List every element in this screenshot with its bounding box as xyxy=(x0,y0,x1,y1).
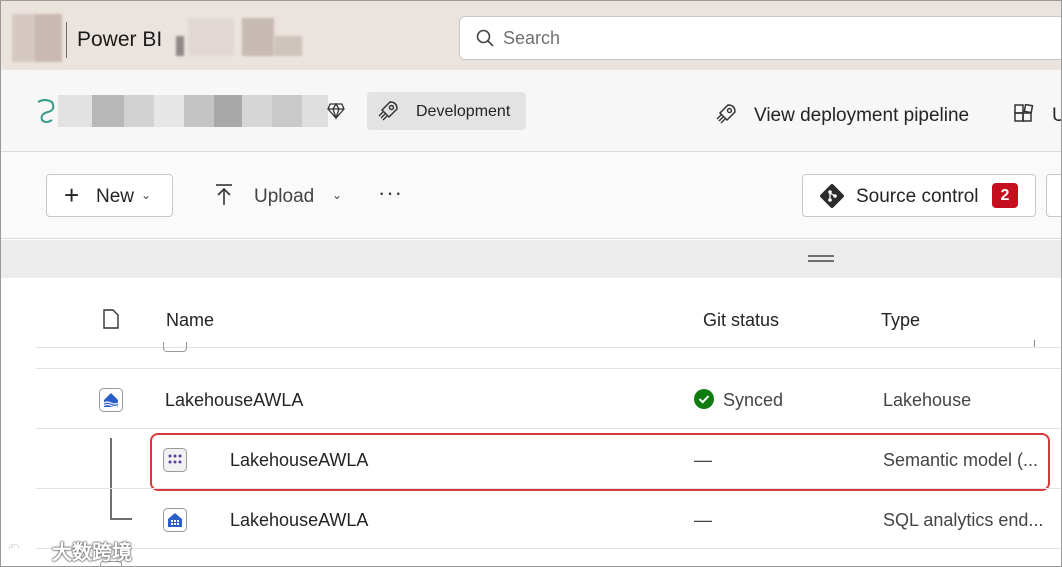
synced-check-icon xyxy=(694,389,714,409)
workspace-name-blurred xyxy=(58,95,92,127)
lakehouse-icon xyxy=(99,388,123,412)
partial-row-icon xyxy=(163,342,187,352)
workspace-name-blurred xyxy=(124,95,154,127)
deployment-pipeline-icon xyxy=(716,104,736,124)
sql-endpoint-icon xyxy=(163,508,187,532)
apps-icon[interactable] xyxy=(1013,104,1035,126)
workspace-name-blurred xyxy=(184,95,214,127)
rocket-icon xyxy=(378,101,398,121)
column-header-git-status[interactable]: Git status xyxy=(703,310,779,331)
breadcrumb-blurred xyxy=(274,36,302,56)
workspace-name-blurred xyxy=(302,95,328,127)
workspace-name-blurred xyxy=(214,95,242,127)
title-separator xyxy=(66,22,67,58)
row-type: Lakehouse xyxy=(883,390,972,410)
plus-icon: + xyxy=(64,180,80,210)
row-name[interactable]: LakehouseAWLA xyxy=(165,390,303,411)
upload-button[interactable]: Upload xyxy=(254,186,314,208)
app-title[interactable]: Power BI xyxy=(77,28,162,52)
environment-label: Development xyxy=(416,103,511,120)
chevron-down-icon[interactable]: ⌄ xyxy=(332,188,342,202)
row-divider xyxy=(36,368,1062,369)
view-deployment-pipeline-button[interactable]: View deployment pipeline xyxy=(754,105,969,127)
new-button-label: New xyxy=(96,186,135,207)
workspace-name-blurred xyxy=(154,95,184,127)
breadcrumb-blurred xyxy=(242,18,274,56)
column-header-name[interactable]: Name xyxy=(166,310,214,331)
truncated-toolbar-button[interactable] xyxy=(1046,174,1062,217)
row-type: SQL analytics end... xyxy=(883,510,1044,530)
row-divider xyxy=(36,347,1062,348)
source-control-count-badge: 2 xyxy=(992,183,1018,208)
column-header-type[interactable]: Type xyxy=(881,310,920,331)
breadcrumb-blurred xyxy=(188,18,234,56)
pane-resize-strip xyxy=(0,240,1062,278)
workspace-icon xyxy=(37,99,55,123)
workspace-name-blurred xyxy=(92,95,124,127)
workspace-name-blurred xyxy=(272,95,302,127)
tree-connector xyxy=(110,438,112,520)
watermark-logo xyxy=(8,543,20,550)
app-launcher-blurred xyxy=(34,14,62,62)
file-type-icon xyxy=(103,309,119,329)
row-name[interactable]: LakehouseAWLA xyxy=(230,510,368,531)
search-input[interactable] xyxy=(503,28,803,49)
diamond-icon xyxy=(327,102,345,120)
row-divider xyxy=(36,428,1062,429)
git-icon xyxy=(820,184,844,208)
row-divider xyxy=(36,548,1062,549)
partial-row-fragment xyxy=(1030,340,1035,347)
row-git-status: — xyxy=(694,510,712,530)
truncated-toolbar-label[interactable]: U xyxy=(1052,105,1062,127)
upload-icon[interactable] xyxy=(213,183,235,207)
more-options-button[interactable]: ··· xyxy=(378,180,403,206)
tree-connector xyxy=(110,518,132,520)
resize-handle-icon[interactable] xyxy=(808,255,834,263)
watermark-text: 大数跨境 xyxy=(52,542,132,564)
row-divider xyxy=(36,488,1062,489)
breadcrumb-blurred[interactable] xyxy=(176,36,184,56)
search-icon xyxy=(476,29,494,47)
row-git-status: Synced xyxy=(723,390,784,410)
chevron-down-icon: ⌄ xyxy=(141,188,152,202)
source-control-label: Source control xyxy=(856,186,979,207)
highlight-box xyxy=(150,433,1050,491)
workspace-name-blurred xyxy=(242,95,272,127)
app-launcher-blurred[interactable] xyxy=(12,14,34,62)
